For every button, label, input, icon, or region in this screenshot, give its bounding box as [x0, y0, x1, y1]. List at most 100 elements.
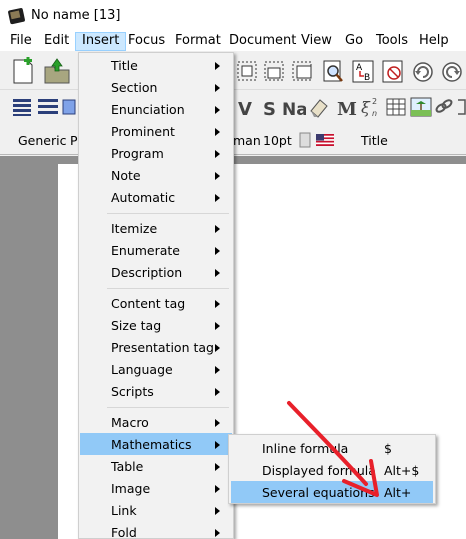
insert-menu-program[interactable]: Program [80, 142, 232, 164]
menu-go[interactable]: Go [345, 32, 363, 51]
menu-item-label: Mathematics [111, 437, 192, 452]
title-bar: No name [13] [0, 0, 466, 32]
insert-menu-presentation-tag[interactable]: Presentation tag [80, 336, 232, 358]
menu-item-label: Inline formula [262, 441, 349, 456]
menu-edit[interactable]: Edit [44, 32, 69, 51]
shortcut-label: $ [384, 441, 392, 456]
section-label[interactable]: Title [361, 133, 388, 148]
insert-menu-automatic[interactable]: Automatic [80, 186, 232, 208]
insert-menu-mathematics[interactable]: Mathematics [80, 433, 232, 455]
insert-menu-table[interactable]: Table [80, 455, 232, 477]
insert-menu-fold[interactable]: Fold [80, 521, 232, 539]
search-icon[interactable] [323, 60, 345, 84]
menu-item-label: Prominent [111, 124, 175, 139]
submenu-arrow-icon [215, 322, 220, 330]
submenu-arrow-icon [215, 106, 220, 114]
align-justify-icon[interactable] [12, 97, 32, 117]
submenu-arrow-icon [215, 300, 220, 308]
menu-item-label: Macro [111, 415, 149, 430]
menu-separator [107, 407, 229, 408]
paragraph-selector[interactable]: P [70, 133, 78, 148]
menu-item-label: Note [111, 168, 141, 183]
submenu-arrow-icon [215, 441, 220, 449]
paragraph-style-icon[interactable] [37, 97, 59, 117]
insert-menu-size-tag[interactable]: Size tag [80, 314, 232, 336]
select-region-icon[interactable] [236, 60, 258, 82]
font-size-selector[interactable]: 10pt [263, 133, 292, 148]
submenu-arrow-icon [215, 344, 220, 352]
menu-view[interactable]: View [301, 32, 332, 51]
insert-menu-enumerate[interactable]: Enumerate [80, 239, 232, 261]
menu-item-label: Title [111, 58, 138, 73]
insert-menu-itemize[interactable]: Itemize [80, 217, 232, 239]
insert-symbol-sub: n [372, 109, 377, 118]
insert-menu-enunciation[interactable]: Enunciation [80, 98, 232, 120]
menu-item-label: Program [111, 146, 164, 161]
insert-menu-section[interactable]: Section [80, 76, 232, 98]
color-swatch-icon[interactable] [299, 132, 311, 148]
app-icon [8, 8, 25, 25]
submenu-arrow-icon [215, 529, 220, 537]
submenu-arrow-icon [215, 194, 220, 202]
menu-focus[interactable]: Focus [128, 32, 165, 51]
redo-icon[interactable] [440, 60, 464, 84]
submenu-arrow-icon [215, 388, 220, 396]
math-displayed-formula[interactable]: Displayed formula Alt+$ [231, 459, 433, 481]
insert-menu-content-tag[interactable]: Content tag [80, 292, 232, 314]
select-parent-icon[interactable] [263, 60, 285, 82]
submenu-arrow-icon [215, 172, 220, 180]
insert-menu-description[interactable]: Description [80, 261, 232, 283]
submenu-arrow-icon [215, 269, 220, 277]
insert-menu: Title Section Enunciation Prominent Prog… [78, 52, 234, 539]
menu-item-label: Scripts [111, 384, 154, 399]
us-flag-icon[interactable] [316, 134, 334, 146]
insert-menu-macro[interactable]: Macro [80, 411, 232, 433]
menu-tools[interactable]: Tools [376, 32, 408, 51]
insert-menu-image[interactable]: Image [80, 477, 232, 499]
menu-item-label: Presentation tag [111, 340, 214, 355]
sans-serif-s-icon[interactable]: S [262, 98, 278, 118]
menu-item-label: Language [111, 362, 173, 377]
replace-icon[interactable]: A B [352, 60, 376, 84]
more-tools-icon[interactable] [456, 97, 466, 117]
submenu-arrow-icon [215, 128, 220, 136]
sans-serif-s-glyph: S [263, 99, 276, 118]
style-selector[interactable]: Generic [18, 133, 66, 148]
menu-insert[interactable]: Insert [75, 32, 127, 51]
undo-icon[interactable] [411, 60, 435, 84]
submenu-arrow-icon [215, 485, 220, 493]
insert-table-icon[interactable] [386, 98, 406, 116]
math-mode-icon[interactable]: M [337, 98, 357, 118]
math-several-equations[interactable]: Several equations Alt+ [231, 481, 433, 503]
insert-menu-title[interactable]: Title [80, 54, 232, 76]
menu-help[interactable]: Help [419, 32, 449, 51]
menu-item-label: Displayed formula [262, 463, 376, 478]
verbatim-v-icon[interactable]: V [237, 98, 255, 118]
insert-menu-link[interactable]: Link [80, 499, 232, 521]
eraser-icon[interactable] [308, 97, 330, 119]
insert-menu-note[interactable]: Note [80, 164, 232, 186]
insert-menu-language[interactable]: Language [80, 358, 232, 380]
font-selector[interactable]: man [233, 133, 261, 148]
spell-check-icon[interactable] [382, 60, 406, 84]
select-all-icon[interactable] [291, 60, 315, 82]
shortcut-label: Alt+ [384, 485, 412, 500]
menu-format[interactable]: Format [175, 32, 221, 51]
small-caps-icon[interactable]: Na [282, 98, 306, 118]
page-layout-icon[interactable] [62, 99, 76, 115]
insert-menu-scripts[interactable]: Scripts [80, 380, 232, 402]
insert-symbol-icon[interactable]: ξ 2 n [360, 96, 382, 118]
open-folder-icon[interactable] [43, 57, 71, 85]
menu-bar: File Edit Insert Focus Format Document V… [0, 32, 466, 51]
submenu-arrow-icon [215, 463, 220, 471]
menu-file[interactable]: File [10, 32, 32, 51]
menu-document[interactable]: Document [229, 32, 296, 51]
menu-item-label: Description [111, 265, 183, 280]
insert-menu-prominent[interactable]: Prominent [80, 120, 232, 142]
math-inline-formula[interactable]: Inline formula $ [231, 437, 433, 459]
insert-link-icon[interactable] [434, 97, 454, 117]
shortcut-label: Alt+$ [384, 463, 420, 478]
insert-image-icon[interactable] [410, 97, 432, 117]
verbatim-v-glyph: V [238, 99, 252, 118]
new-document-icon[interactable] [10, 57, 36, 85]
